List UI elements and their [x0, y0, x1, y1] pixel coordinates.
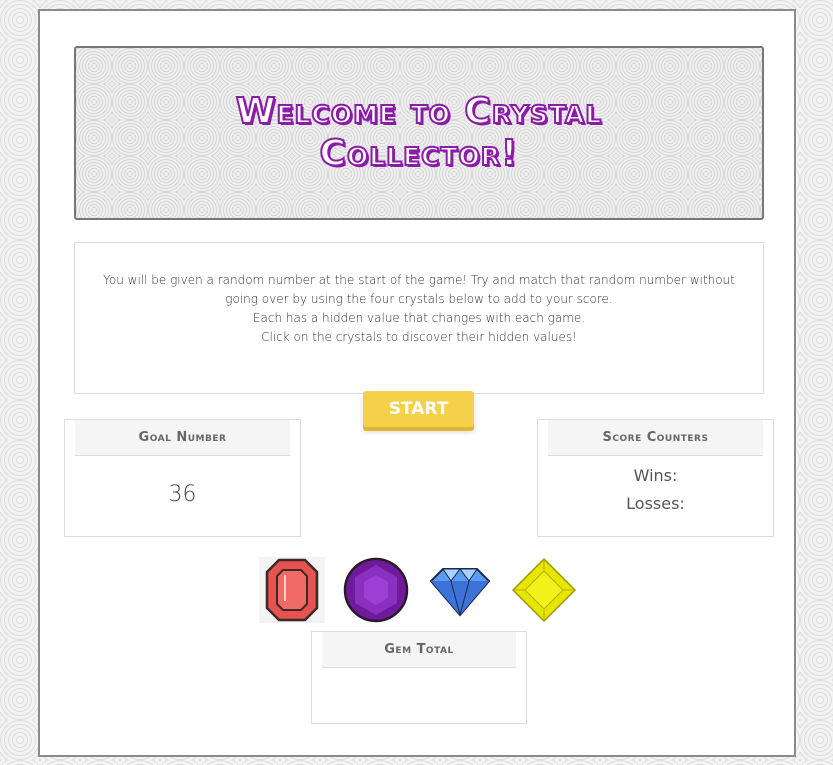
wins-label: Wins: — [633, 466, 678, 485]
goal-number-heading: Goal Number — [75, 420, 290, 456]
yellow-square-gem-icon — [511, 557, 577, 623]
gem-total-heading: Gem Total — [322, 632, 516, 668]
gem-row — [259, 557, 579, 624]
title-banner: Welcome to Crystal Collector! — [74, 46, 764, 220]
blue-diamond-icon — [429, 568, 491, 617]
score-counters-heading: Score Counters — [548, 420, 763, 456]
score-counters-panel: Score Counters Wins: Losses: — [537, 419, 774, 537]
losses-label: Losses: — [626, 494, 685, 513]
purple-round-gem-icon — [343, 557, 409, 623]
blue-gem-button[interactable] — [427, 557, 493, 623]
instructions-line-2: Each has a hidden value that changes wit… — [252, 311, 586, 325]
page-title: Welcome to Crystal Collector! — [235, 90, 603, 175]
red-octagon-gem-icon — [265, 558, 319, 622]
start-button[interactable]: START — [363, 391, 474, 427]
instructions-panel: You will be given a random number at the… — [74, 242, 764, 394]
game-container: Welcome to Crystal Collector! You will b… — [38, 9, 796, 757]
yellow-gem-button[interactable] — [511, 557, 577, 623]
goal-number-value: 36 — [168, 482, 197, 507]
gem-total-panel: Gem Total — [311, 631, 527, 724]
instructions-line-3: Click on the crystals to discover their … — [261, 330, 577, 344]
red-gem-button[interactable] — [259, 557, 325, 623]
purple-gem-button[interactable] — [343, 557, 409, 623]
goal-number-panel: Goal Number 36 — [64, 419, 301, 537]
instructions-line-1: You will be given a random number at the… — [103, 273, 735, 306]
